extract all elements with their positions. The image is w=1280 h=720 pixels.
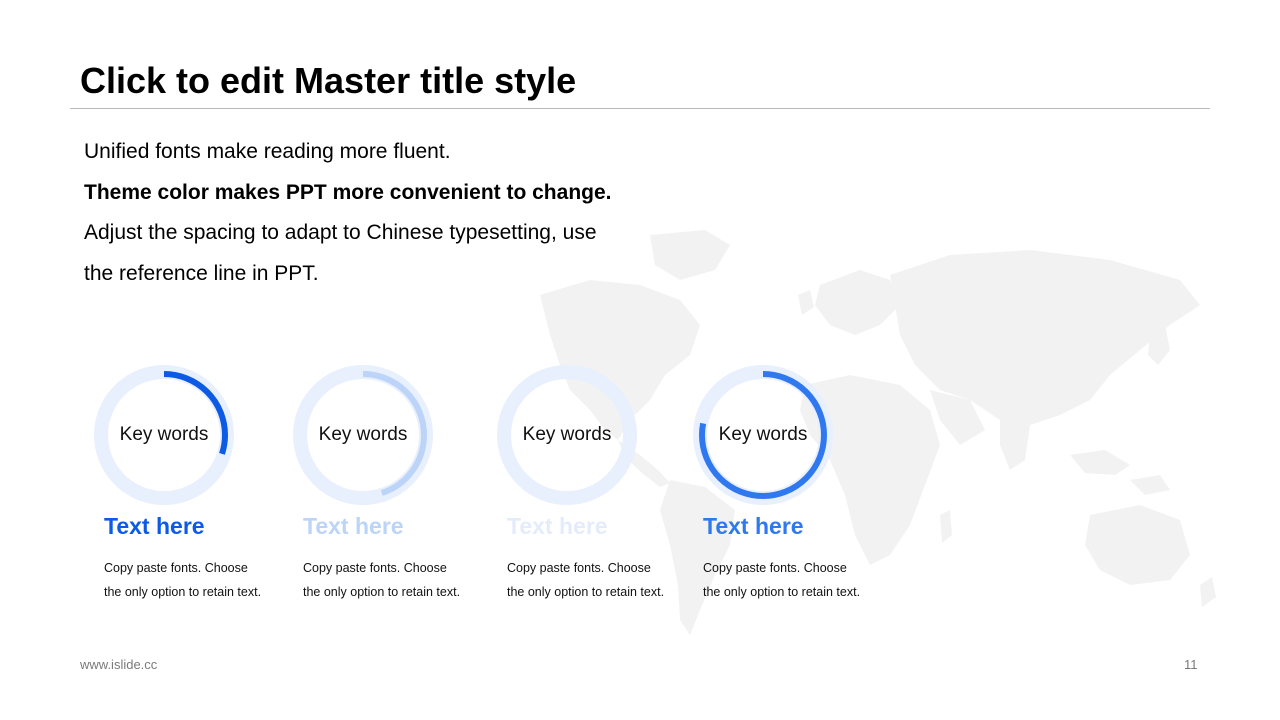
item-heading[interactable]: Text here: [303, 513, 404, 540]
body-line-bold: Theme color makes PPT more convenient to…: [84, 180, 612, 204]
item-heading[interactable]: Text here: [104, 513, 205, 540]
desc-line: the only option to retain text.: [303, 585, 461, 599]
body-line: Adjust the spacing to adapt to Chinese t…: [84, 221, 597, 244]
desc-line: Copy paste fonts. Choose: [507, 561, 651, 575]
item-heading[interactable]: Text here: [703, 513, 804, 540]
desc-line: the only option to retain text.: [507, 585, 665, 599]
item-description[interactable]: Copy paste fonts. Choose the only option…: [104, 556, 294, 604]
ring-label: Key words: [119, 424, 209, 445]
footer-url[interactable]: www.islide.cc: [80, 657, 157, 672]
desc-line: Copy paste fonts. Choose: [303, 561, 447, 575]
item-heading[interactable]: Text here: [507, 513, 608, 540]
item-description[interactable]: Copy paste fonts. Choose the only option…: [303, 556, 493, 604]
slide-title[interactable]: Click to edit Master title style: [80, 60, 576, 102]
progress-ring-1[interactable]: Key words: [94, 365, 234, 505]
page-number: 11: [1184, 657, 1198, 672]
ring-label: Key words: [718, 424, 808, 445]
desc-line: Copy paste fonts. Choose: [104, 561, 248, 575]
progress-ring-4[interactable]: Key words: [693, 365, 833, 505]
desc-line: the only option to retain text.: [104, 585, 262, 599]
item-description[interactable]: Copy paste fonts. Choose the only option…: [703, 556, 893, 604]
title-divider: [70, 108, 1210, 109]
desc-line: the only option to retain text.: [703, 585, 861, 599]
progress-ring-3[interactable]: Key words: [497, 365, 637, 505]
body-text[interactable]: Unified fonts make reading more fluent. …: [84, 132, 684, 294]
ring-label: Key words: [522, 424, 612, 445]
item-description[interactable]: Copy paste fonts. Choose the only option…: [507, 556, 697, 604]
body-line: Unified fonts make reading more fluent.: [84, 140, 451, 163]
desc-line: Copy paste fonts. Choose: [703, 561, 847, 575]
progress-ring-2[interactable]: Key words: [293, 365, 433, 505]
ring-label: Key words: [318, 424, 408, 445]
body-line: the reference line in PPT.: [84, 261, 319, 285]
